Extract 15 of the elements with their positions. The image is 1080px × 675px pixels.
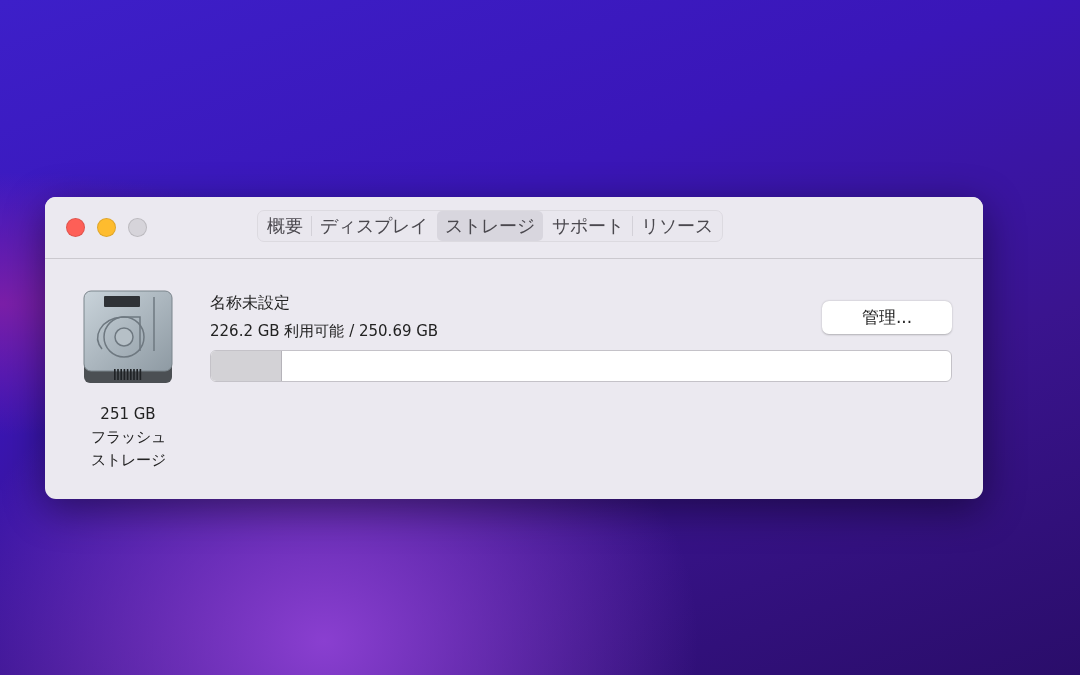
tab[interactable]: ストレージ — [437, 211, 543, 241]
tab[interactable]: リソース — [633, 211, 721, 241]
storage-usage: 226.2 GB 利用可能 / 250.69 GB — [210, 321, 439, 342]
hard-drive-icon — [82, 289, 174, 385]
tab[interactable]: サポート — [544, 211, 632, 241]
tab[interactable]: 概要 — [259, 211, 311, 241]
close-icon[interactable] — [66, 218, 85, 237]
zoom-icon[interactable] — [128, 218, 147, 237]
drive-type-label: ストレージ — [90, 450, 166, 471]
drive-type-label: フラッシュ — [90, 427, 166, 448]
drive-capacity: 251 GB — [100, 404, 156, 425]
volume-name: 名称未設定 — [210, 292, 291, 314]
minimize-icon[interactable] — [97, 218, 116, 237]
manage-button[interactable]: 管理... — [822, 301, 952, 334]
tab[interactable]: ディスプレイ — [312, 211, 436, 241]
